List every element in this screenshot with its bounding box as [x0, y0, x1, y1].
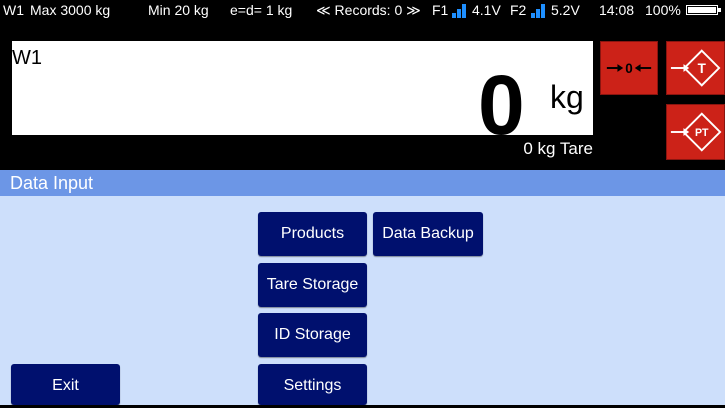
scale-id: W1: [3, 2, 24, 18]
zero-arrow-icon: 0: [606, 61, 652, 76]
min-capacity: Min 20 kg: [148, 2, 209, 18]
f1-voltage: 4.1V: [472, 2, 501, 18]
section-header: Data Input: [0, 170, 725, 196]
status-bar: W1 Max 3000 kg Min 20 kg e=d= 1 kg ≪ Rec…: [0, 0, 725, 21]
zero-button[interactable]: 0: [600, 41, 658, 95]
f1-signal-icon: [452, 4, 467, 18]
tare-button[interactable]: T: [666, 41, 725, 95]
svg-text:0: 0: [625, 61, 633, 76]
settings-button[interactable]: Settings: [258, 364, 367, 405]
menu-panel: Products Data Backup Tare Storage ID Sto…: [0, 196, 725, 405]
records-counter[interactable]: ≪ Records: 0 ≫: [316, 0, 421, 21]
scale-name: W1: [12, 47, 42, 69]
exit-button[interactable]: Exit: [11, 364, 120, 405]
data-backup-button[interactable]: Data Backup: [373, 212, 483, 256]
battery-icon: [686, 5, 721, 15]
weight-unit: kg: [550, 79, 584, 115]
id-storage-button[interactable]: ID Storage: [258, 313, 367, 357]
f1-label: F1: [432, 2, 449, 18]
preset-tare-button[interactable]: PT: [666, 104, 725, 160]
division: e=d= 1 kg: [230, 2, 293, 18]
max-capacity: Max 3000 kg: [30, 2, 111, 18]
tare-storage-button[interactable]: Tare Storage: [258, 263, 367, 307]
tare-arrow-icon: T: [670, 49, 721, 87]
battery-percent: 100%: [645, 2, 681, 18]
tare-display: 0 kg Tare: [12, 135, 593, 162]
f2-signal-icon: [531, 4, 546, 18]
svg-text:T: T: [698, 61, 707, 76]
clock: 14:08: [599, 2, 635, 18]
products-button[interactable]: Products: [258, 212, 367, 256]
f2-voltage: 5.2V: [551, 2, 580, 18]
weight-value: 0: [478, 58, 525, 152]
preset-tare-arrow-icon: PT: [670, 112, 722, 152]
f2-label: F2: [510, 2, 527, 18]
weight-display: W1 0 kg: [12, 41, 593, 147]
tare-value: 0 kg Tare: [523, 139, 593, 158]
section-title: Data Input: [10, 173, 94, 193]
svg-text:PT: PT: [695, 127, 709, 139]
